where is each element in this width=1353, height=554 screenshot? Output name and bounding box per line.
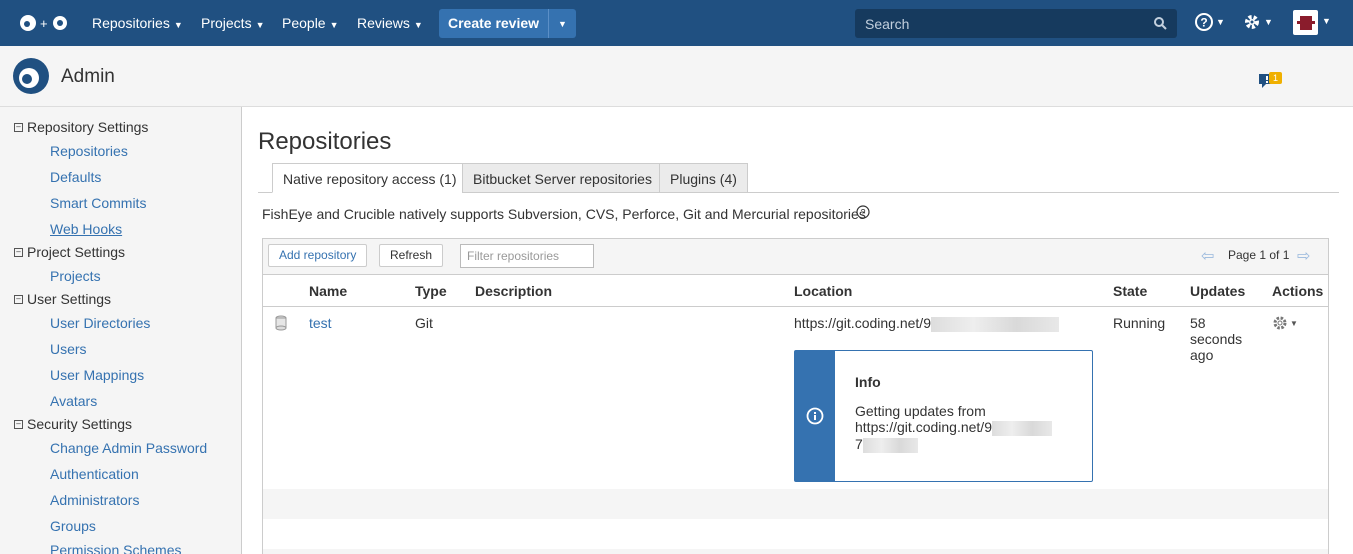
tab-native-repository-access[interactable]: Native repository access (1) (272, 163, 468, 193)
help-icon: ? (1195, 13, 1213, 31)
sidebar-item-users[interactable]: Users (50, 341, 87, 357)
column-header-updates[interactable]: Updates (1190, 283, 1245, 299)
table-row (263, 519, 1328, 549)
repository-name-link[interactable]: test (309, 315, 332, 331)
avatar[interactable] (1293, 10, 1318, 35)
nav-reviews[interactable]: Reviews ▼ (357, 0, 423, 46)
create-review-dropdown[interactable]: ▼ (549, 19, 576, 29)
sidebar-item-smart-commits[interactable]: Smart Commits (50, 195, 146, 211)
search-icon[interactable] (1153, 16, 1167, 33)
info-title: Info (855, 374, 881, 390)
collapse-icon[interactable]: – (14, 294, 23, 304)
sidebar-section-project-settings[interactable]: – Project Settings (14, 244, 125, 260)
collapse-icon[interactable]: – (14, 419, 23, 429)
filter-repositories-input[interactable]: Filter repositories (460, 244, 594, 268)
sidebar-item-defaults[interactable]: Defaults (50, 169, 101, 185)
fisheye-logo (11, 56, 51, 99)
redacted-text (991, 420, 1052, 436)
info-message: Info Getting updates from https://git.co… (794, 350, 1093, 482)
tab-bitbucket-server-repositories[interactable]: Bitbucket Server repositories (462, 163, 663, 193)
info-text-line3: 7 (855, 436, 1085, 453)
sidebar-item-web-hooks[interactable]: Web Hooks (50, 221, 122, 237)
create-review-label[interactable]: Create review (439, 9, 549, 38)
page-title: Repositories (258, 128, 392, 155)
info-text-line2: https://git.coding.net/9 (855, 419, 1085, 436)
refresh-button[interactable]: Refresh (379, 244, 444, 267)
sidebar-item-user-directories[interactable]: User Directories (50, 315, 150, 331)
repository-state: Running (1113, 315, 1166, 331)
search-input[interactable]: Search (855, 9, 1177, 38)
collapse-icon[interactable]: – (14, 122, 23, 132)
admin-title: Admin (61, 66, 115, 87)
repositories-description: FishEye and Crucible natively supports S… (262, 206, 866, 222)
redacted-text (930, 316, 1059, 332)
column-header-state[interactable]: State (1113, 283, 1147, 299)
tab-plugins[interactable]: Plugins (4) (659, 163, 748, 193)
repository-location: https://git.coding.net/9 (794, 315, 1059, 332)
column-header-type[interactable]: Type (415, 283, 447, 299)
previous-page-icon[interactable]: ⇦ (1201, 246, 1214, 266)
info-text: Getting updates from https://git.coding.… (855, 403, 1085, 453)
gear-icon (1245, 15, 1259, 29)
page-indicator: Page 1 of 1 (1228, 248, 1290, 262)
sidebar-item-user-mappings[interactable]: User Mappings (50, 367, 144, 383)
column-header-name[interactable]: Name (309, 283, 347, 299)
sidebar-item-change-admin-password[interactable]: Change Admin Password (50, 440, 207, 456)
nav-projects[interactable]: Projects ▼ (201, 0, 265, 46)
help-circle-icon[interactable]: ? (856, 205, 870, 222)
sidebar-item-repositories[interactable]: Repositories (50, 143, 128, 159)
sidebar-item-administrators[interactable]: Administrators (50, 492, 139, 508)
column-header-location[interactable]: Location (794, 283, 852, 299)
svg-text:+: + (40, 16, 48, 31)
search-placeholder: Search (865, 15, 910, 32)
repository-icon (274, 315, 288, 334)
repository-actions-menu[interactable]: ▼ (1272, 315, 1298, 331)
nav-repositories[interactable]: Repositories ▼ (92, 0, 183, 46)
info-text-line1: Getting updates from (855, 403, 986, 419)
sidebar-item-avatars[interactable]: Avatars (50, 393, 97, 409)
repository-location-text: https://git.coding.net/9 (794, 315, 931, 331)
next-page-icon[interactable]: ⇨ (1297, 246, 1310, 266)
sidebar-item-groups[interactable]: Groups (50, 518, 96, 534)
sidebar-item-authentication[interactable]: Authentication (50, 466, 139, 482)
top-nav: + Repositories ▼ Projects ▼ People ▼ Review… (0, 0, 1353, 46)
sidebar-section-security-settings[interactable]: – Security Settings (14, 416, 132, 432)
redacted-text (862, 437, 918, 453)
collapse-icon[interactable]: – (14, 247, 23, 257)
svg-text:?: ? (1200, 16, 1207, 30)
avatar-dropdown[interactable]: ▼ (1322, 16, 1331, 26)
add-repository-button[interactable]: Add repository (268, 244, 368, 267)
column-header-description[interactable]: Description (475, 283, 552, 299)
sidebar-section-user-settings[interactable]: – User Settings (14, 291, 111, 307)
repository-updates: 58 seconds ago (1190, 315, 1243, 363)
column-header-actions: Actions (1272, 283, 1324, 299)
fisheye-crucible-logo[interactable]: + (18, 12, 76, 34)
sidebar-item-permission-schemes[interactable]: Permission Schemes (50, 542, 182, 554)
svg-text:?: ? (860, 208, 865, 218)
help-menu[interactable]: ? ▼ (1195, 13, 1225, 31)
nav-people[interactable]: People ▼ (282, 0, 339, 46)
gear-icon (1273, 316, 1287, 330)
settings-menu[interactable]: ▼ (1243, 13, 1273, 31)
sidebar-section-repository-settings[interactable]: – Repository Settings (14, 119, 148, 135)
page-header: Admin 1 (0, 46, 1353, 107)
sidebar-item-projects[interactable]: Projects (50, 268, 101, 284)
repository-type: Git (415, 315, 433, 331)
notification-badge: 1 (1269, 72, 1282, 84)
create-review-button[interactable]: Create review ▼ (439, 9, 576, 38)
info-icon (795, 351, 835, 481)
